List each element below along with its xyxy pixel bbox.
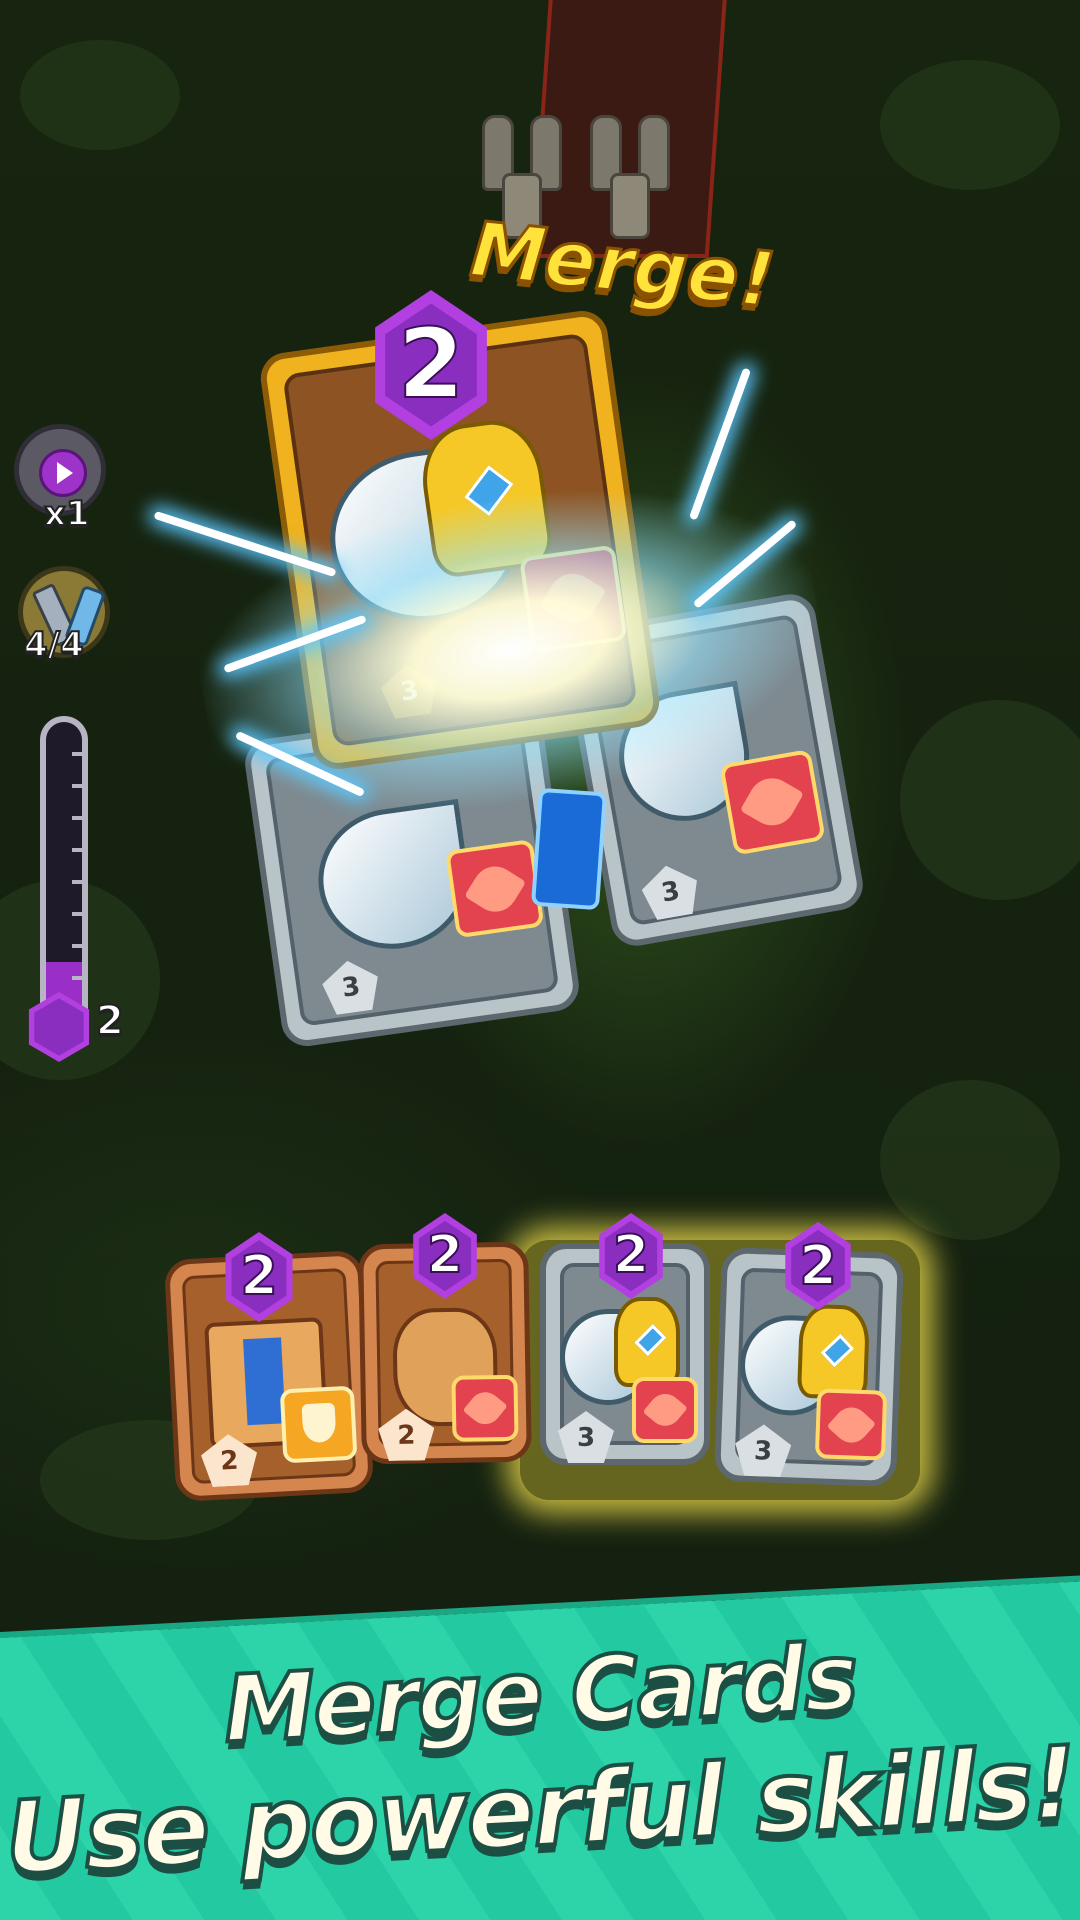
play-icon (39, 449, 87, 497)
slash-skill-icon (719, 748, 826, 856)
level-meter-value: 2 (95, 997, 125, 1045)
axe-head (614, 1297, 680, 1387)
shield-skill-icon (279, 1385, 358, 1464)
weapon-slots-label: 4/4 (23, 624, 85, 666)
level-meter (40, 716, 88, 1036)
merge-label: Merge! (457, 204, 789, 326)
bush-decoration (900, 700, 1080, 900)
slash-skill-icon (632, 1377, 698, 1443)
axe-head (796, 1303, 871, 1401)
speed-label: x1 (43, 493, 91, 535)
lightning-crack (530, 787, 608, 911)
slash-skill-icon (445, 838, 545, 939)
bush-decoration (20, 40, 180, 150)
slash-skill-icon (814, 1388, 888, 1461)
bush-decoration (880, 1080, 1060, 1240)
bush-decoration (880, 60, 1060, 190)
game-screen: Merge! x1 4/4 2 3 3 3 2 (0, 0, 1080, 1920)
slash-skill-icon (451, 1374, 519, 1442)
